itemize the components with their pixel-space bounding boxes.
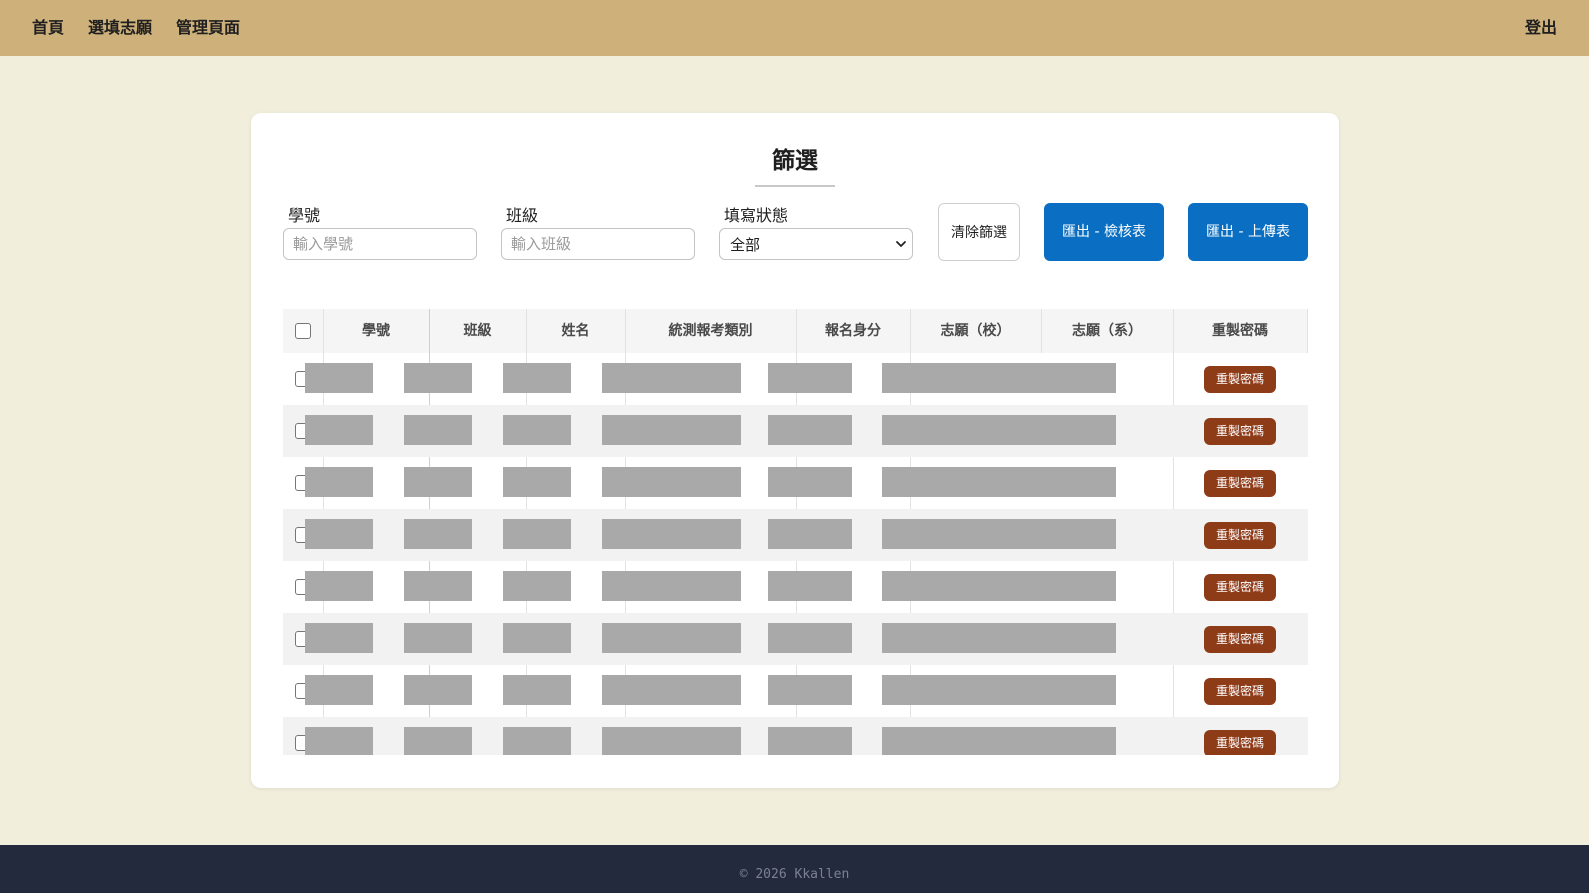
column-header-applicant-status: 報名身分 bbox=[825, 323, 881, 339]
select-all-checkbox[interactable] bbox=[295, 323, 311, 339]
redacted-cell bbox=[602, 415, 741, 445]
redacted-cell bbox=[768, 675, 852, 705]
redacted-cell bbox=[503, 623, 571, 653]
redacted-cell bbox=[404, 571, 472, 601]
nav-link-choose-preferences[interactable]: 選填志願 bbox=[88, 18, 152, 38]
table-row: 重製密碼 bbox=[283, 561, 1308, 613]
column-header-preference-department: 志願（系） bbox=[1072, 323, 1142, 339]
table-row: 重製密碼 bbox=[283, 405, 1308, 457]
column-divider bbox=[1307, 309, 1308, 353]
redacted-cell bbox=[305, 675, 373, 705]
reset-password-button[interactable]: 重製密碼 bbox=[1204, 470, 1276, 497]
redacted-cell bbox=[404, 623, 472, 653]
class-input[interactable] bbox=[501, 228, 695, 260]
redacted-cell bbox=[404, 675, 472, 705]
redacted-cell bbox=[404, 519, 472, 549]
redacted-cell bbox=[768, 415, 852, 445]
redacted-cell bbox=[602, 675, 741, 705]
redacted-cell bbox=[404, 415, 472, 445]
top-navbar: 首頁 選填志願 管理頁面 登出 bbox=[0, 0, 1589, 56]
redacted-cell bbox=[602, 519, 741, 549]
redacted-cell bbox=[503, 415, 571, 445]
students-table: 學號 班級 姓名 統測報考類別 報名身分 志願（校） 志願（系） 重製密碼 重製… bbox=[283, 309, 1308, 755]
status-select[interactable]: 全部 bbox=[719, 228, 913, 260]
nav-link-admin[interactable]: 管理頁面 bbox=[176, 18, 240, 38]
redacted-cell bbox=[768, 623, 852, 653]
reset-password-button[interactable]: 重製密碼 bbox=[1204, 418, 1276, 445]
redacted-cell bbox=[602, 571, 741, 601]
nav-link-home[interactable]: 首頁 bbox=[32, 18, 64, 38]
redacted-cell bbox=[882, 363, 1116, 393]
column-header-class: 班級 bbox=[463, 323, 492, 339]
redacted-cell bbox=[305, 363, 373, 393]
chevron-down-icon bbox=[896, 241, 906, 247]
title-divider bbox=[755, 185, 835, 187]
redacted-cell bbox=[503, 675, 571, 705]
redacted-cell bbox=[768, 519, 852, 549]
redacted-cell bbox=[882, 415, 1116, 445]
redacted-cell bbox=[602, 467, 741, 497]
class-label: 班級 bbox=[506, 206, 539, 225]
student-id-input[interactable] bbox=[283, 228, 477, 260]
column-header-exam-category: 統測報考類別 bbox=[668, 323, 753, 339]
redacted-cell bbox=[404, 727, 472, 755]
table-row: 重製密碼 bbox=[283, 509, 1308, 561]
column-header-student-id: 學號 bbox=[362, 323, 390, 339]
redacted-cell bbox=[503, 571, 571, 601]
redacted-cell bbox=[305, 519, 373, 549]
footer-copyright: © 2026 Kkallen bbox=[739, 867, 850, 882]
clear-filter-button[interactable]: 清除篩選 bbox=[938, 203, 1020, 261]
redacted-cell bbox=[305, 623, 373, 653]
status-select-value: 全部 bbox=[730, 236, 761, 254]
status-label: 填寫狀態 bbox=[724, 206, 789, 225]
redacted-cell bbox=[602, 727, 741, 755]
export-check-sheet-button[interactable]: 匯出 - 檢核表 bbox=[1044, 203, 1164, 261]
redacted-cell bbox=[305, 415, 373, 445]
redacted-cell bbox=[404, 363, 472, 393]
column-header-reset-password: 重製密碼 bbox=[1212, 323, 1268, 339]
redacted-cell bbox=[882, 727, 1116, 755]
table-row: 重製密碼 bbox=[283, 665, 1308, 717]
reset-password-button[interactable]: 重製密碼 bbox=[1204, 366, 1276, 393]
redacted-cell bbox=[768, 571, 852, 601]
redacted-cell bbox=[882, 623, 1116, 653]
redacted-cell bbox=[882, 467, 1116, 497]
page-title: 篩選 bbox=[772, 148, 818, 174]
redacted-cell bbox=[305, 467, 373, 497]
table-row: 重製密碼 bbox=[283, 353, 1308, 405]
student-id-label: 學號 bbox=[288, 206, 321, 225]
redacted-cell bbox=[404, 467, 472, 497]
redacted-cell bbox=[503, 727, 571, 755]
redacted-cell bbox=[882, 519, 1116, 549]
redacted-cell bbox=[768, 467, 852, 497]
column-header-name: 姓名 bbox=[561, 323, 590, 339]
redacted-cell bbox=[768, 727, 852, 755]
column-header-preference-school: 志願（校） bbox=[940, 323, 1011, 339]
redacted-cell bbox=[882, 571, 1116, 601]
reset-password-button[interactable]: 重製密碼 bbox=[1204, 678, 1276, 705]
table-row: 重製密碼 bbox=[283, 457, 1308, 509]
nav-link-logout[interactable]: 登出 bbox=[1525, 18, 1557, 38]
redacted-cell bbox=[305, 727, 373, 755]
footer: © 2026 Kkallen bbox=[0, 845, 1589, 893]
reset-password-button[interactable]: 重製密碼 bbox=[1204, 574, 1276, 601]
column-divider bbox=[1041, 309, 1042, 353]
redacted-cell bbox=[768, 363, 852, 393]
reset-password-button[interactable]: 重製密碼 bbox=[1204, 730, 1276, 755]
redacted-cell bbox=[503, 363, 571, 393]
redacted-cell bbox=[305, 571, 373, 601]
redacted-cell bbox=[503, 467, 571, 497]
redacted-cell bbox=[503, 519, 571, 549]
redacted-cell bbox=[882, 675, 1116, 705]
reset-password-button[interactable]: 重製密碼 bbox=[1204, 626, 1276, 653]
redacted-cell bbox=[602, 363, 741, 393]
redacted-cell bbox=[602, 623, 741, 653]
table-row: 重製密碼 bbox=[283, 613, 1308, 665]
export-upload-sheet-button[interactable]: 匯出 - 上傳表 bbox=[1188, 203, 1308, 261]
reset-password-button[interactable]: 重製密碼 bbox=[1204, 522, 1276, 549]
table-row: 重製密碼 bbox=[283, 717, 1308, 755]
filter-card: 篩選 學號 班級 填寫狀態 全部 清除篩選 匯出 - 檢核表 匯出 - 上傳表 … bbox=[251, 113, 1339, 788]
